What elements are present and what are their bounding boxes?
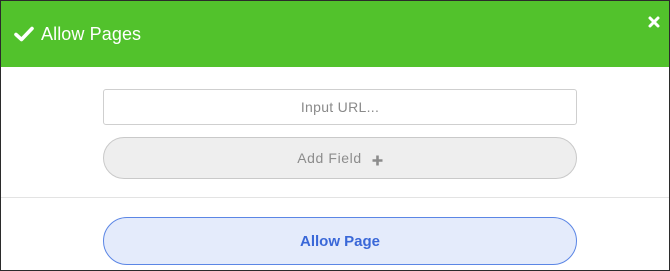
dialog-header: Allow Pages bbox=[1, 1, 669, 67]
url-input[interactable] bbox=[103, 89, 577, 125]
add-field-button[interactable]: Add Field bbox=[103, 137, 577, 179]
plus-icon bbox=[372, 153, 383, 165]
allow-page-button[interactable]: Allow Page bbox=[103, 217, 577, 265]
allow-page-label: Allow Page bbox=[299, 232, 381, 250]
close-icon[interactable] bbox=[647, 15, 661, 29]
dialog-body: Add Field bbox=[1, 67, 669, 179]
footer-divider bbox=[1, 197, 669, 198]
dialog-title: Allow Pages bbox=[41, 23, 142, 44]
check-icon bbox=[13, 23, 35, 45]
add-field-label: Add Field bbox=[297, 150, 362, 166]
allow-pages-dialog: Allow Pages Add Field Allow Page bbox=[0, 0, 670, 271]
